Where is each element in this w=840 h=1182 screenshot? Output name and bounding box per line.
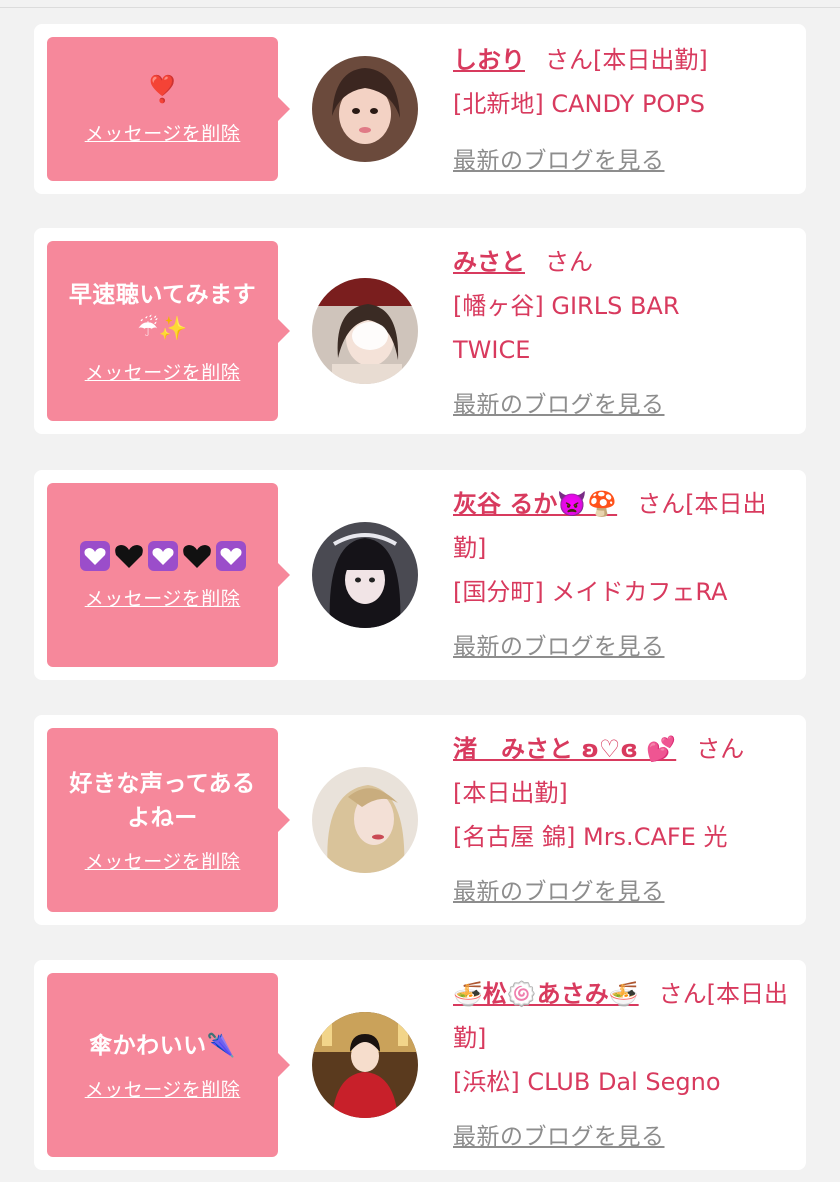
heart-emoji-row <box>79 540 247 572</box>
woman-portrait-icon <box>312 278 418 384</box>
view-blog-link[interactable]: 最新のブログを見る <box>453 148 665 174</box>
message-text: 好きな声ってある <box>69 770 256 797</box>
work-status: [本日出勤] <box>593 46 708 74</box>
honorific: さん <box>545 248 593 276</box>
shop-name: [国分町] メイドカフェRA <box>453 578 728 606</box>
message-text-line2: よねー <box>127 804 198 831</box>
purple-heart-icon <box>79 540 110 571</box>
message-text: 早速聴いてみます <box>68 281 257 308</box>
delete-message-link[interactable]: メッセージを削除 <box>85 358 241 385</box>
cast-name-link[interactable]: 🍜松🍥あさみ🍜 <box>453 980 639 1008</box>
message-card: メッセージを削除 灰谷 るか👿🍄 さん[本日出勤] [国分町] メイドカフェRA … <box>34 470 806 680</box>
woman-portrait-icon <box>312 1012 418 1118</box>
message-bubble: 早速聴いてみます ☔✨ メッセージを削除 <box>47 241 290 421</box>
woman-portrait-icon <box>312 56 418 162</box>
avatar[interactable] <box>312 767 418 873</box>
black-heart-icon <box>114 544 143 568</box>
cast-name-link[interactable]: 渚 みさと ʚ♡ɞ 💕 <box>453 735 676 763</box>
woman-portrait-icon <box>312 767 418 873</box>
message-card: 好きな声ってある よねー メッセージを削除 渚 みさと ʚ♡ɞ 💕 さん [本日出… <box>34 715 806 925</box>
shop-name: [浜松] CLUB Dal Segno <box>453 1068 721 1096</box>
view-blog-link[interactable]: 最新のブログを見る <box>453 392 665 418</box>
purple-heart-icon <box>215 540 246 571</box>
work-status: [本日出勤] <box>453 779 568 807</box>
view-blog-link[interactable]: 最新のブログを見る <box>453 879 665 905</box>
message-bubble: ❣️ メッセージを削除 <box>47 37 290 181</box>
cast-name-link[interactable]: みさと <box>453 248 525 276</box>
cast-info: 渚 みさと ʚ♡ɞ 💕 さん [本日出勤] [名古屋 錦] Mrs.CAFE 光 … <box>453 727 793 914</box>
avatar[interactable] <box>312 522 418 628</box>
message-text: ❣️ <box>146 74 179 105</box>
avatar[interactable] <box>312 278 418 384</box>
message-bubble: メッセージを削除 <box>47 483 290 667</box>
honorific: さん <box>545 46 593 74</box>
message-emoji: ☔✨ <box>137 315 188 342</box>
cast-info: 🍜松🍥あさみ🍜 さん[本日出勤] [浜松] CLUB Dal Segno 最新のブ… <box>453 972 793 1159</box>
delete-message-link[interactable]: メッセージを削除 <box>85 847 241 874</box>
message-card: ❣️ メッセージを削除 しおり さん[本日出勤] [北新地] CANDY POPS… <box>34 24 806 194</box>
delete-message-link[interactable]: メッセージを削除 <box>85 584 241 611</box>
top-divider <box>0 0 840 8</box>
cast-info: 灰谷 るか👿🍄 さん[本日出勤] [国分町] メイドカフェRA 最新のブログを見る <box>453 482 793 669</box>
woman-portrait-icon <box>312 522 418 628</box>
honorific: さん <box>658 980 707 1008</box>
avatar[interactable] <box>312 56 418 162</box>
cast-name-link[interactable]: 灰谷 るか👿🍄 <box>453 490 617 518</box>
shop-name: [名古屋 錦] Mrs.CAFE 光 <box>453 823 728 851</box>
shop-name: [北新地] CANDY POPS <box>453 90 706 118</box>
message-card: 傘かわいい🌂 メッセージを削除 🍜松🍥あさみ🍜 さん[本日出勤] [浜松] CLU… <box>34 960 806 1170</box>
cast-info: しおり さん[本日出勤] [北新地] CANDY POPS 最新のブログを見る <box>453 38 793 183</box>
black-heart-icon <box>182 544 211 568</box>
shop-name: [幡ヶ谷] GIRLS BAR TWICE <box>453 292 680 364</box>
delete-message-link[interactable]: メッセージを削除 <box>85 1075 241 1102</box>
cast-name-link[interactable]: しおり <box>453 46 525 74</box>
honorific: さん <box>637 490 686 518</box>
message-text: 傘かわいい🌂 <box>89 1032 236 1059</box>
avatar[interactable] <box>312 1012 418 1118</box>
message-bubble: 傘かわいい🌂 メッセージを削除 <box>47 973 290 1157</box>
view-blog-link[interactable]: 最新のブログを見る <box>453 634 665 660</box>
message-bubble: 好きな声ってある よねー メッセージを削除 <box>47 728 290 912</box>
cast-info: みさと さん [幡ヶ谷] GIRLS BAR TWICE 最新のブログを見る <box>453 240 793 427</box>
message-card: 早速聴いてみます ☔✨ メッセージを削除 みさと さん [幡ヶ谷] GIRLS B… <box>34 228 806 434</box>
honorific: さん <box>696 735 745 763</box>
delete-message-link[interactable]: メッセージを削除 <box>85 119 241 146</box>
purple-heart-icon <box>147 540 178 571</box>
view-blog-link[interactable]: 最新のブログを見る <box>453 1124 665 1150</box>
